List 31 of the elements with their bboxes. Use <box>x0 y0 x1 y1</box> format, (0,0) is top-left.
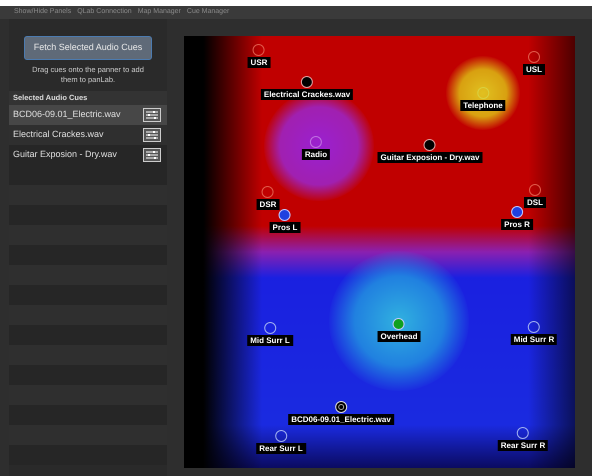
node-label: DSL <box>524 197 546 208</box>
node-label: Electrical Crackes.wav <box>260 89 354 100</box>
node-label: Rear Surr L <box>256 443 306 454</box>
node-label: USL <box>523 64 545 75</box>
cue-name: Electrical Crackes.wav <box>13 128 104 142</box>
node-label: Pros L <box>270 222 300 233</box>
node-label: Mid Surr R <box>510 334 558 345</box>
node-label: Radio <box>302 149 330 160</box>
mixer-icon[interactable] <box>143 108 161 122</box>
selected-cue-dot[interactable] <box>335 401 347 413</box>
speaker-ring[interactable] <box>264 322 276 334</box>
speaker-ring[interactable] <box>275 430 287 442</box>
node-label: Rear Surr R <box>498 440 548 451</box>
node-label: Telephone <box>460 100 506 111</box>
node-label: BCD06-09.01_Electric.wav <box>288 414 394 425</box>
node-label: USR <box>248 57 270 68</box>
cue-name: BCD06-09.01_Electric.wav <box>13 108 121 122</box>
mixer-icon[interactable] <box>143 148 161 162</box>
node-label: Overhead <box>378 331 420 342</box>
node-label: Mid Surr L <box>247 335 293 346</box>
mixer-icon[interactable] <box>143 128 161 142</box>
node-label: Pros R <box>501 219 533 230</box>
cue-list-item[interactable]: Electrical Crackes.wav <box>9 125 167 145</box>
cue-list-item[interactable]: BCD06-09.01_Electric.wav <box>9 105 167 125</box>
speaker-ring[interactable] <box>528 321 540 333</box>
fetch-audio-cues-button[interactable]: Fetch Selected Audio Cues <box>24 36 152 60</box>
speaker-ring[interactable] <box>517 427 529 439</box>
cue-name: Guitar Exposion - Dry.wav <box>13 148 117 162</box>
node-label: DSR <box>256 199 280 210</box>
node-label: Guitar Exposion - Dry.wav <box>378 152 482 163</box>
cue-list-item[interactable]: Guitar Exposion - Dry.wav <box>9 145 167 165</box>
